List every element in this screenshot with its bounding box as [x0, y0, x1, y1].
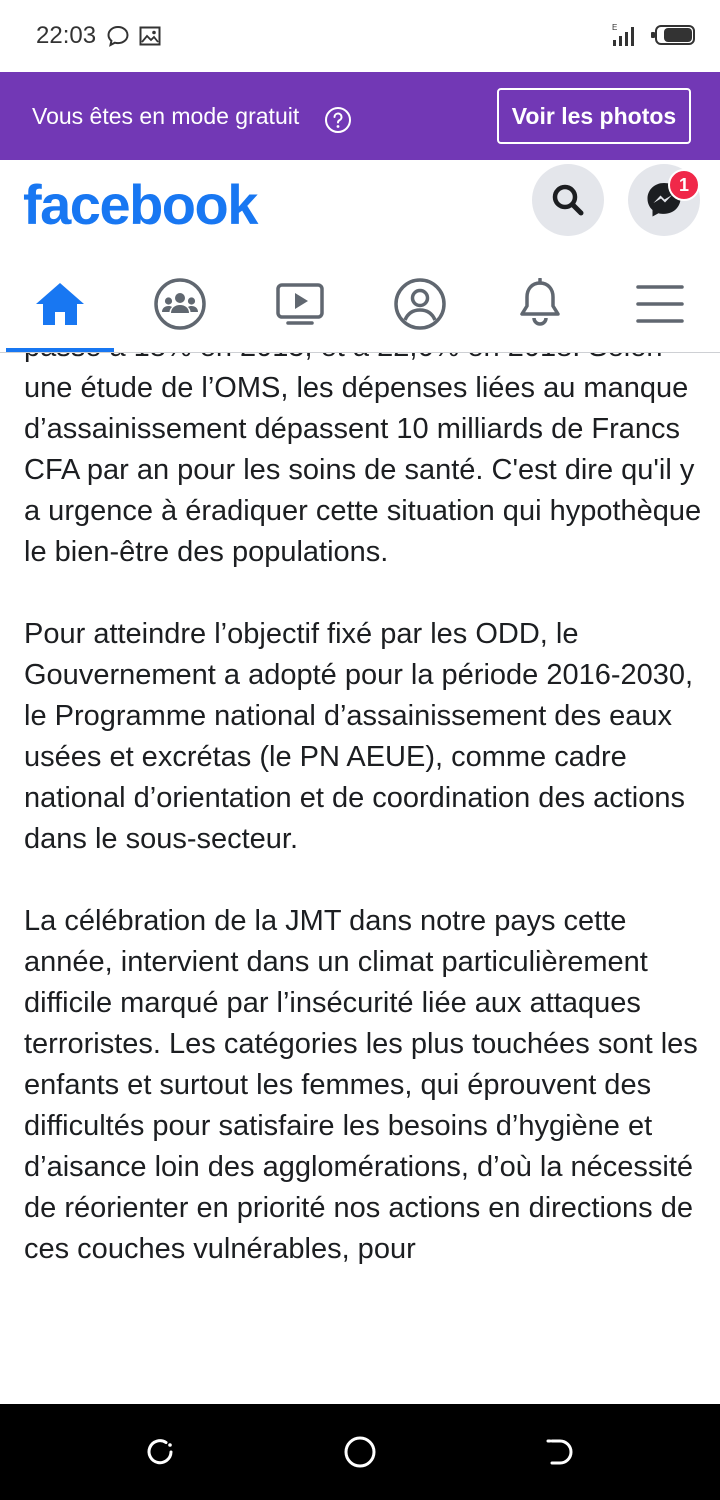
back-button[interactable] [542, 1434, 578, 1470]
image-icon [139, 26, 161, 46]
profile-icon [394, 277, 446, 330]
chat-bubble-icon [107, 25, 129, 47]
tab-profile[interactable] [360, 255, 480, 352]
tab-groups[interactable] [120, 255, 240, 352]
groups-icon [154, 277, 206, 330]
status-notification-icons [106, 24, 162, 48]
search-button[interactable] [532, 164, 604, 236]
recents-button[interactable] [142, 1434, 178, 1470]
search-icon [552, 184, 584, 216]
home-icon [36, 282, 84, 325]
facebook-logo[interactable]: facebook [23, 172, 258, 237]
menu-icon [636, 284, 684, 323]
video-icon [276, 282, 324, 325]
help-circle-icon[interactable] [324, 106, 352, 134]
free-mode-text: Vous êtes en mode gratuit [32, 103, 300, 129]
battery-icon [651, 25, 695, 45]
main-nav [0, 255, 720, 353]
back-icon [546, 1439, 573, 1465]
post-paragraph: Pour atteindre l’objectif fixé par les O… [24, 618, 694, 855]
svg-text:E: E [612, 23, 617, 32]
home-circle-icon [344, 1436, 376, 1468]
messenger-badge: 1 [668, 169, 700, 201]
active-tab-indicator [6, 348, 114, 352]
post-paragraph: passé à 18% en 2015, et à 22,6% en 2018.… [24, 353, 702, 568]
view-photos-button[interactable]: Voir les photos [497, 88, 691, 144]
post-paragraph: La célébration de la JMT dans notre pays… [24, 905, 698, 1265]
post-text: passé à 18% en 2015, et à 22,6% en 2018.… [24, 353, 704, 1270]
system-nav-bar [0, 1404, 720, 1500]
status-bar: 22:03 E [0, 0, 720, 72]
tab-menu[interactable] [600, 255, 720, 352]
post-content: passé à 18% en 2015, et à 22,6% en 2018.… [0, 353, 720, 1403]
signal-icon: E [612, 23, 634, 46]
bell-icon [520, 277, 560, 326]
home-button[interactable] [342, 1434, 378, 1470]
status-system-icons: E [610, 22, 696, 48]
recents-icon [147, 1439, 173, 1465]
status-time: 22:03 [36, 22, 97, 49]
tab-home[interactable] [0, 255, 120, 352]
tab-watch[interactable] [240, 255, 360, 352]
tab-notifications[interactable] [480, 255, 600, 352]
header: facebook [0, 160, 720, 255]
